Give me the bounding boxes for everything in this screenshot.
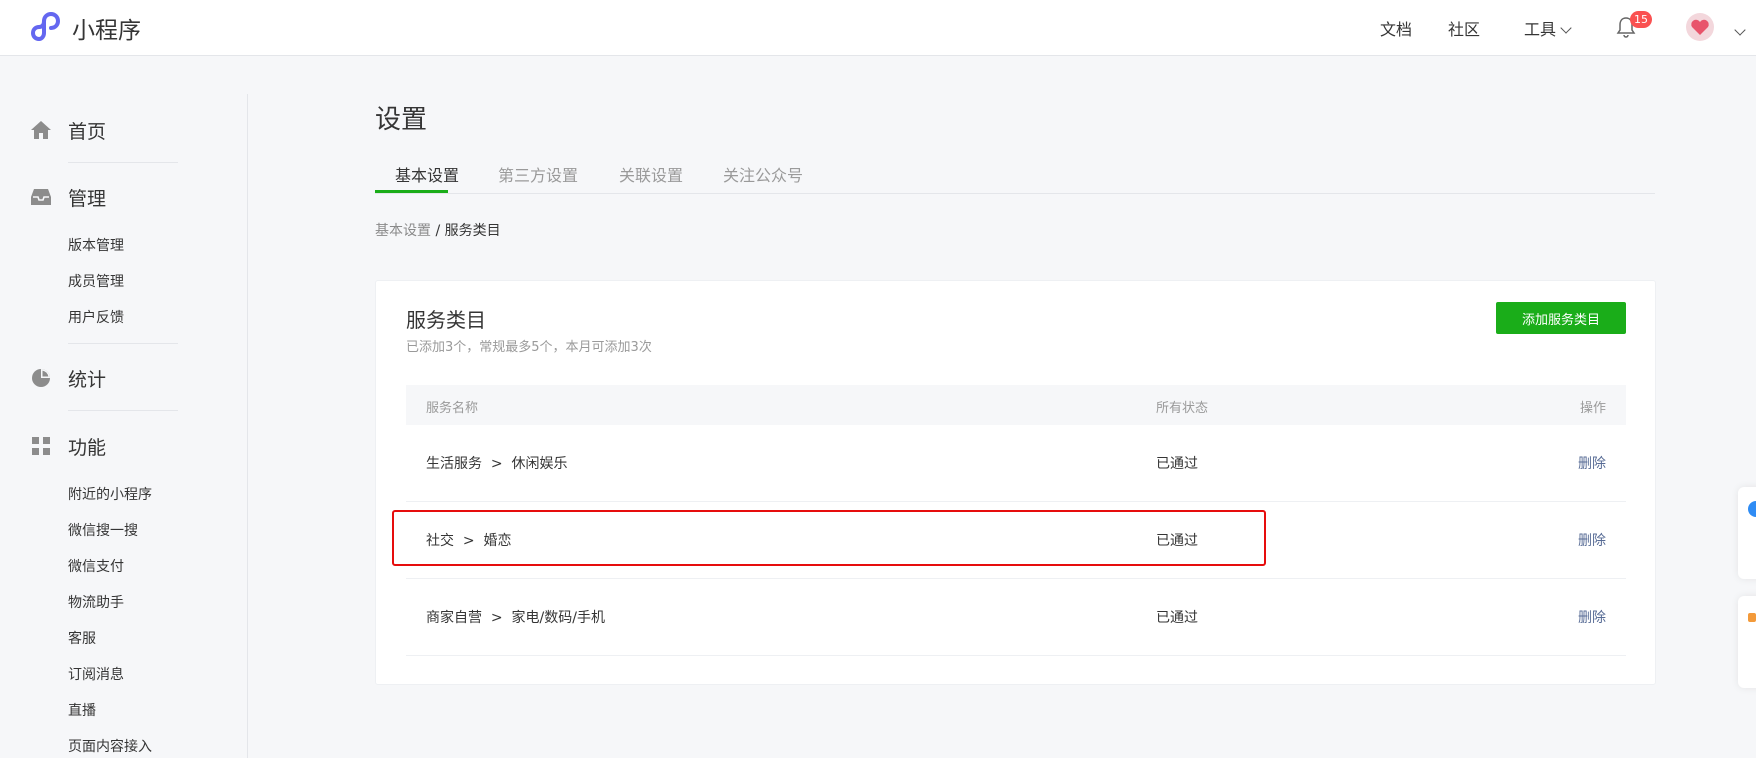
service-name-cell: 商家自营 > 家电/数码/手机	[426, 607, 605, 627]
column-header-service-name: 服务名称	[426, 401, 479, 416]
settings-tabs: 基本设置 第三方设置 关联设置 关注公众号	[375, 150, 1655, 194]
grid-icon	[30, 435, 52, 457]
sidebar-subitem-customer-service[interactable]: 客服	[68, 628, 96, 648]
help-bubble-icon	[1748, 501, 1756, 517]
breadcrumb-current: 服务类目	[444, 223, 501, 239]
home-icon	[30, 119, 52, 141]
sidebar-divider	[68, 343, 178, 344]
status-cell: 已通过	[1156, 456, 1198, 472]
table-row: 商家自营 > 家电/数码/手机 已通过 删除	[406, 579, 1626, 656]
page-title: 设置	[375, 105, 428, 135]
table-row: 生活服务 > 休闲娱乐 已通过 删除	[406, 425, 1626, 502]
sidebar-subitem-user-feedback[interactable]: 用户反馈	[68, 307, 124, 327]
inbox-icon	[30, 186, 52, 208]
subcategory-text: 休闲娱乐	[511, 456, 568, 472]
sidebar-subitem-subscribe-message[interactable]: 订阅消息	[68, 664, 124, 684]
sidebar-subitem-member-manage[interactable]: 成员管理	[68, 271, 124, 291]
sidebar-item-features[interactable]: 功能	[30, 431, 106, 461]
delete-link[interactable]: 删除	[1578, 530, 1606, 550]
tab-third-party-settings[interactable]: 第三方设置	[498, 162, 578, 186]
category-text: 社交	[426, 533, 454, 549]
sidebar-subitem-wechat-pay[interactable]: 微信支付	[68, 556, 124, 576]
category-text: 商家自营	[426, 610, 482, 626]
sidebar-subitem-logistics[interactable]: 物流助手	[68, 592, 124, 612]
sidebar-item-home[interactable]: 首页	[30, 115, 106, 145]
service-category-card: 服务类目 已添加3个，常规最多5个，本月可添加3次 添加服务类目 服务名称 所有…	[375, 280, 1656, 685]
category-separator: >	[462, 533, 475, 549]
delete-link[interactable]: 删除	[1578, 607, 1606, 627]
table-row: 社交 > 婚恋 已通过 删除	[406, 502, 1626, 579]
column-header-status: 所有状态	[1156, 401, 1209, 416]
top-bar: 小程序 文档 社区 工具 15	[0, 0, 1756, 56]
nav-tools-menu[interactable]: 工具	[1524, 16, 1572, 40]
sidebar-item-label: 管理	[68, 187, 107, 210]
sidebar-item-label: 首页	[68, 120, 107, 143]
subcategory-text: 家电/数码/手机	[511, 610, 605, 626]
nav-docs-link[interactable]: 文档	[1380, 16, 1412, 40]
floating-help-widget[interactable]	[1738, 487, 1756, 579]
sidebar-subitem-live[interactable]: 直播	[68, 700, 96, 720]
sidebar-divider	[247, 94, 248, 758]
service-name-cell: 生活服务 > 休闲娱乐	[426, 453, 568, 473]
column-header-action: 操作	[1579, 401, 1606, 416]
sidebar-item-label: 功能	[68, 436, 107, 459]
card-title: 服务类目	[406, 308, 486, 332]
notification-badge: 15	[1630, 11, 1652, 28]
subcategory-text: 婚恋	[483, 533, 512, 549]
card-subtitle: 已添加3个，常规最多5个，本月可添加3次	[406, 340, 652, 355]
nav-community-link[interactable]: 社区	[1448, 16, 1480, 40]
tab-follow-official-account[interactable]: 关注公众号	[723, 162, 803, 186]
account-menu-chevron[interactable]	[1730, 22, 1746, 41]
app-title[interactable]: 小程序	[72, 11, 141, 45]
category-separator: >	[490, 610, 503, 626]
sidebar-subitem-page-content[interactable]: 页面内容接入	[68, 736, 152, 756]
tab-basic-settings[interactable]: 基本设置	[395, 162, 459, 186]
status-cell: 已通过	[1156, 533, 1198, 549]
sidebar-divider	[68, 410, 178, 411]
status-cell: 已通过	[1156, 610, 1198, 626]
delete-link[interactable]: 删除	[1578, 453, 1606, 473]
category-separator: >	[490, 456, 503, 472]
category-text: 生活服务	[426, 456, 482, 472]
chevron-down-icon	[1560, 22, 1572, 34]
sidebar-item-stats[interactable]: 统计	[30, 363, 106, 393]
floating-feedback-widget[interactable]	[1738, 596, 1756, 688]
sidebar-subitem-wechat-search[interactable]: 微信搜一搜	[68, 520, 138, 540]
sidebar-divider	[68, 162, 178, 163]
breadcrumb-separator: /	[435, 223, 441, 239]
active-tab-indicator	[375, 190, 448, 193]
sidebar-item-label: 统计	[68, 368, 107, 391]
add-service-category-button[interactable]: 添加服务类目	[1496, 302, 1626, 334]
sidebar-item-manage[interactable]: 管理	[30, 182, 106, 212]
table-header: 服务名称 所有状态 操作	[406, 385, 1626, 425]
tab-association-settings[interactable]: 关联设置	[619, 162, 683, 186]
nav-tools-label: 工具	[1524, 20, 1557, 39]
chevron-down-icon	[1734, 24, 1746, 36]
breadcrumb: 基本设置 / 服务类目	[375, 220, 501, 240]
sidebar-subitem-version-manage[interactable]: 版本管理	[68, 235, 124, 255]
service-name-cell: 社交 > 婚恋	[426, 530, 512, 550]
feedback-icon	[1748, 613, 1756, 622]
heart-avatar-icon	[1691, 19, 1709, 35]
breadcrumb-parent-link[interactable]: 基本设置	[375, 223, 431, 239]
sidebar-subitem-nearby-miniprogram[interactable]: 附近的小程序	[68, 484, 152, 504]
miniprogram-logo-icon[interactable]	[30, 10, 64, 44]
pie-chart-icon	[30, 367, 52, 389]
user-avatar[interactable]	[1686, 13, 1714, 41]
